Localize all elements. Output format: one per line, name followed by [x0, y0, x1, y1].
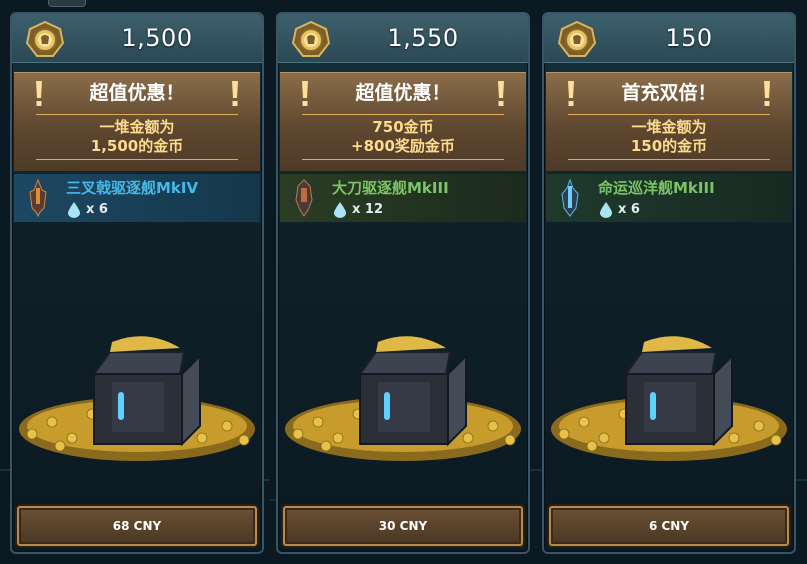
exclamation-icon	[498, 81, 504, 106]
reward-row[interactable]: 三叉戟驱逐舰MkIV x 6	[14, 174, 260, 222]
quantity: x 6	[618, 202, 640, 217]
quantity: x 12	[352, 202, 384, 217]
offer-line-1: 750金币	[372, 118, 434, 136]
offer-line-1: 一堆金额为	[631, 118, 707, 136]
gold-chest-icon	[285, 336, 521, 461]
coin-amount: 150	[665, 24, 713, 52]
water-drop-icon	[334, 202, 346, 218]
buy-button[interactable]: 30 CNY	[283, 506, 523, 546]
ship-icon	[561, 178, 579, 217]
gold-chest-icon	[551, 336, 787, 461]
offer-box: 首充双倍！ 一堆金额为 150的金币	[546, 72, 792, 172]
offer-box: 超值优惠！ 一堆金额为 1,500的金币	[14, 72, 260, 172]
offer-description: 一堆金额为 150的金币	[546, 118, 792, 156]
reward-row[interactable]: 命运巡洋舰MkIII x 6	[546, 174, 792, 222]
offer-title: 首充双倍！	[621, 82, 717, 104]
coin-amount: 1,500	[121, 24, 193, 52]
price-label: 30 CNY	[378, 519, 428, 533]
offer-divider	[36, 159, 238, 160]
price-label: 68 CNY	[112, 519, 162, 533]
store-card-3[interactable]: 150 首充双倍！ 一堆金额为 150的金币 命运巡洋舰MkIII x 6 6 …	[542, 12, 796, 554]
offer-box: 超值优惠！ 750金币 +800奖励金币	[280, 72, 526, 172]
offer-divider	[36, 114, 238, 115]
exclamation-icon	[232, 81, 238, 106]
offer-divider	[568, 159, 770, 160]
water-drop-icon	[68, 202, 80, 218]
top-tab[interactable]	[48, 0, 86, 7]
ship-icon	[295, 179, 313, 217]
offer-line-2: 1,500的金币	[90, 137, 184, 155]
offer-divider	[302, 114, 504, 115]
offer-title: 超值优惠！	[89, 82, 185, 104]
card-header: 1,500	[12, 14, 262, 63]
ship-name: 三叉戟驱逐舰MkIV	[66, 179, 199, 197]
gold-coin-badge-icon	[291, 21, 331, 57]
card-header: 1,550	[278, 14, 528, 63]
buy-button[interactable]: 68 CNY	[17, 506, 257, 546]
offer-title: 超值优惠！	[355, 82, 451, 104]
gold-coin-badge-icon	[25, 21, 65, 57]
ship-name: 命运巡洋舰MkIII	[598, 179, 715, 197]
ship-name: 大刀驱逐舰MkIII	[332, 179, 449, 197]
offer-description: 一堆金额为 1,500的金币	[14, 118, 260, 156]
gold-coin-badge-icon	[557, 21, 597, 57]
gold-chest-icon	[19, 336, 255, 461]
card-header: 150	[544, 14, 794, 63]
store-card-2[interactable]: 1,550 超值优惠！ 750金币 +800奖励金币 大刀驱逐舰MkIII x …	[276, 12, 530, 554]
buy-button[interactable]: 6 CNY	[549, 506, 789, 546]
offer-divider	[568, 114, 770, 115]
offer-divider	[302, 159, 504, 160]
coin-amount: 1,550	[387, 24, 459, 52]
store-card-1[interactable]: 1,500 超值优惠！ 一堆金额为 1,500的金币 三叉戟驱逐舰MkIV x …	[10, 12, 264, 554]
offer-line-2: +800奖励金币	[351, 137, 455, 155]
exclamation-icon	[764, 81, 770, 106]
ship-icon	[29, 178, 47, 218]
price-label: 6 CNY	[648, 519, 690, 533]
offer-line-1: 一堆金额为	[99, 118, 175, 136]
offer-description: 750金币 +800奖励金币	[280, 118, 526, 156]
water-drop-icon	[600, 202, 612, 218]
offer-line-2: 150的金币	[630, 137, 708, 155]
quantity: x 6	[86, 202, 108, 217]
reward-row[interactable]: 大刀驱逐舰MkIII x 12	[280, 174, 526, 222]
